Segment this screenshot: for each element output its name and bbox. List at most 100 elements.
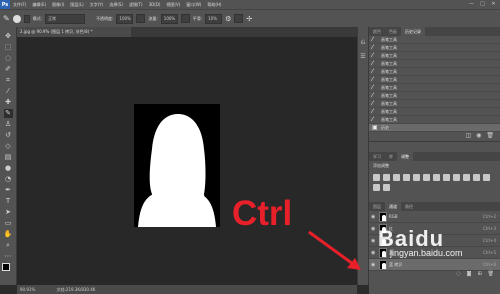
history-item[interactable]: ⁄ 画笔工具	[369, 68, 500, 76]
camera-icon[interactable]: ◉	[476, 132, 481, 141]
menu-item-view[interactable]: 视图(V)	[163, 0, 183, 9]
history-item[interactable]: ⁄ 画笔工具	[369, 76, 500, 84]
blur-icon[interactable]: ●	[4, 164, 13, 173]
new-snapshot-icon[interactable]: ◫	[465, 132, 471, 141]
eye-icon[interactable]: ◉	[371, 226, 377, 232]
mode-select[interactable]: 正常	[45, 13, 86, 24]
eyedropper-icon[interactable]: ⁄	[4, 87, 13, 96]
history-item[interactable]: ⁄ 画笔工具	[369, 60, 500, 68]
pen-icon[interactable]: ✒	[4, 186, 13, 195]
foreground-color-swatch[interactable]	[2, 263, 10, 271]
stamp-icon[interactable]: ♙	[4, 120, 13, 129]
smooth-input[interactable]: 10%	[205, 13, 223, 24]
save-selection-icon[interactable]: ◙	[467, 271, 472, 280]
pressure-size-icon[interactable]	[234, 14, 244, 23]
eraser-icon[interactable]: ◇	[4, 142, 13, 151]
levels-icon[interactable]	[383, 174, 390, 181]
exposure-icon[interactable]	[403, 174, 410, 181]
curves-icon[interactable]	[393, 174, 400, 181]
invert-icon[interactable]	[473, 174, 480, 181]
tab-paths[interactable]: 路径	[401, 202, 417, 211]
vibrance-icon[interactable]	[413, 174, 420, 181]
minimize-button[interactable]: —	[466, 0, 477, 9]
shape-icon[interactable]: ▭	[4, 219, 13, 228]
zoom-icon[interactable]: ⌕	[4, 241, 13, 250]
history-item[interactable]: ⁄ 画笔工具	[369, 52, 500, 60]
channel-row-selected[interactable]: ◉ 蓝 拷贝 Ctrl+6	[369, 259, 500, 271]
delete-channel-icon[interactable]: 🗑	[488, 271, 494, 280]
color-balance-icon[interactable]	[433, 174, 440, 181]
tab-channels[interactable]: 通道	[385, 202, 401, 211]
history-item[interactable]: ⁄ 画笔工具	[369, 100, 500, 108]
zoom-level[interactable]: 90.91%	[20, 287, 35, 292]
history-item-current[interactable]: ▣ 历史	[369, 124, 500, 132]
history-item[interactable]: ⁄ 画笔工具	[369, 44, 500, 52]
eye-icon[interactable]: ◉	[371, 214, 377, 220]
menu-item-type[interactable]: 文字(Y)	[87, 0, 107, 9]
tab-swatches[interactable]: 色板	[385, 27, 401, 36]
menu-item-image[interactable]: 图像(I)	[49, 0, 67, 9]
dodge-icon[interactable]: ◔	[4, 175, 13, 184]
history-item[interactable]: ⁄ 画笔工具	[369, 116, 500, 124]
brush-preset-icon[interactable]	[12, 14, 21, 23]
lasso-icon[interactable]: ◌	[4, 54, 13, 63]
history-item[interactable]: ⁄ 画笔工具	[369, 84, 500, 92]
healing-icon[interactable]: ✚	[4, 98, 13, 107]
document-image[interactable]	[134, 104, 220, 227]
tab-libraries[interactable]: 库	[385, 152, 397, 161]
channel-mixer-icon[interactable]	[463, 174, 470, 181]
trash-icon[interactable]: 🗑	[486, 132, 494, 141]
menu-item-window[interactable]: 窗口(W)	[183, 0, 204, 9]
flow-input[interactable]: 100%	[160, 13, 178, 24]
smooth-settings-icon[interactable]: ⚙	[225, 15, 231, 23]
path-select-icon[interactable]: ➤	[4, 208, 13, 217]
load-selection-icon[interactable]: ◌	[456, 271, 460, 280]
brush-panel-icon[interactable]	[23, 14, 30, 23]
threshold-icon[interactable]	[373, 184, 380, 191]
document-tab[interactable]: 2.jpg @ 90.9% (图层 1 拷贝, 灰色/8) *	[17, 27, 131, 37]
brush-icon[interactable]: ✎	[3, 109, 13, 118]
menu-item-3d[interactable]: 3D(D)	[146, 0, 164, 9]
photo-filter-icon[interactable]	[453, 174, 460, 181]
menu-item-edit[interactable]: 编辑(E)	[29, 0, 49, 9]
symmetry-icon[interactable]: ✢	[246, 15, 252, 23]
tab-layers[interactable]: 图层	[369, 202, 385, 211]
airbrush-icon[interactable]	[180, 14, 190, 23]
close-button[interactable]: ✕	[488, 0, 499, 9]
posterize-icon[interactable]	[483, 174, 490, 181]
more-icon[interactable]: ⋯	[4, 252, 13, 261]
history-item[interactable]: ⁄ 画笔工具	[369, 92, 500, 100]
hue-saturation-icon[interactable]	[423, 174, 430, 181]
black-white-icon[interactable]	[443, 174, 450, 181]
quick-select-icon[interactable]: ✐	[4, 65, 13, 74]
menu-item-help[interactable]: 帮助(H)	[204, 0, 224, 9]
maximize-button[interactable]: □	[477, 0, 488, 9]
menu-item-file[interactable]: 文件(F)	[10, 0, 29, 9]
menu-item-filter[interactable]: 滤镜(T)	[126, 0, 146, 9]
history-panel-icon[interactable]: ⎌	[358, 39, 368, 47]
history-item[interactable]: ⁄ 画笔工具	[369, 36, 500, 44]
tab-history[interactable]: 历史记录	[401, 27, 425, 36]
eye-icon[interactable]: ◉	[371, 238, 377, 244]
properties-panel-icon[interactable]: ☰	[358, 53, 368, 60]
menu-item-layer[interactable]: 图层(L)	[67, 0, 86, 9]
brightness-icon[interactable]	[373, 174, 380, 181]
pressure-opacity-icon[interactable]	[136, 14, 146, 23]
menu-item-select[interactable]: 选择(S)	[106, 0, 126, 9]
type-icon[interactable]: T	[4, 197, 13, 206]
eye-icon[interactable]: ◉	[371, 250, 377, 256]
gradient-icon[interactable]: ▤	[4, 153, 13, 162]
tab-learn[interactable]: 学习	[369, 152, 385, 161]
hand-icon[interactable]: ✋	[4, 230, 13, 239]
tab-adjustments[interactable]: 调整	[397, 152, 413, 161]
history-item[interactable]: ⁄ 画笔工具	[369, 108, 500, 116]
crop-icon[interactable]: ⌗	[4, 76, 13, 85]
channel-row[interactable]: ◉ RGB Ctrl+2	[369, 211, 500, 223]
marquee-icon[interactable]: ⬚	[4, 43, 13, 52]
new-channel-icon[interactable]: ⊞	[477, 271, 481, 280]
move-icon[interactable]: ✥	[4, 32, 13, 41]
eye-icon[interactable]: ◉	[371, 262, 377, 268]
history-brush-icon[interactable]: ↺	[4, 131, 13, 140]
tab-color[interactable]: 颜色	[369, 27, 385, 36]
brush-tool-icon[interactable]: ✎	[3, 14, 10, 23]
